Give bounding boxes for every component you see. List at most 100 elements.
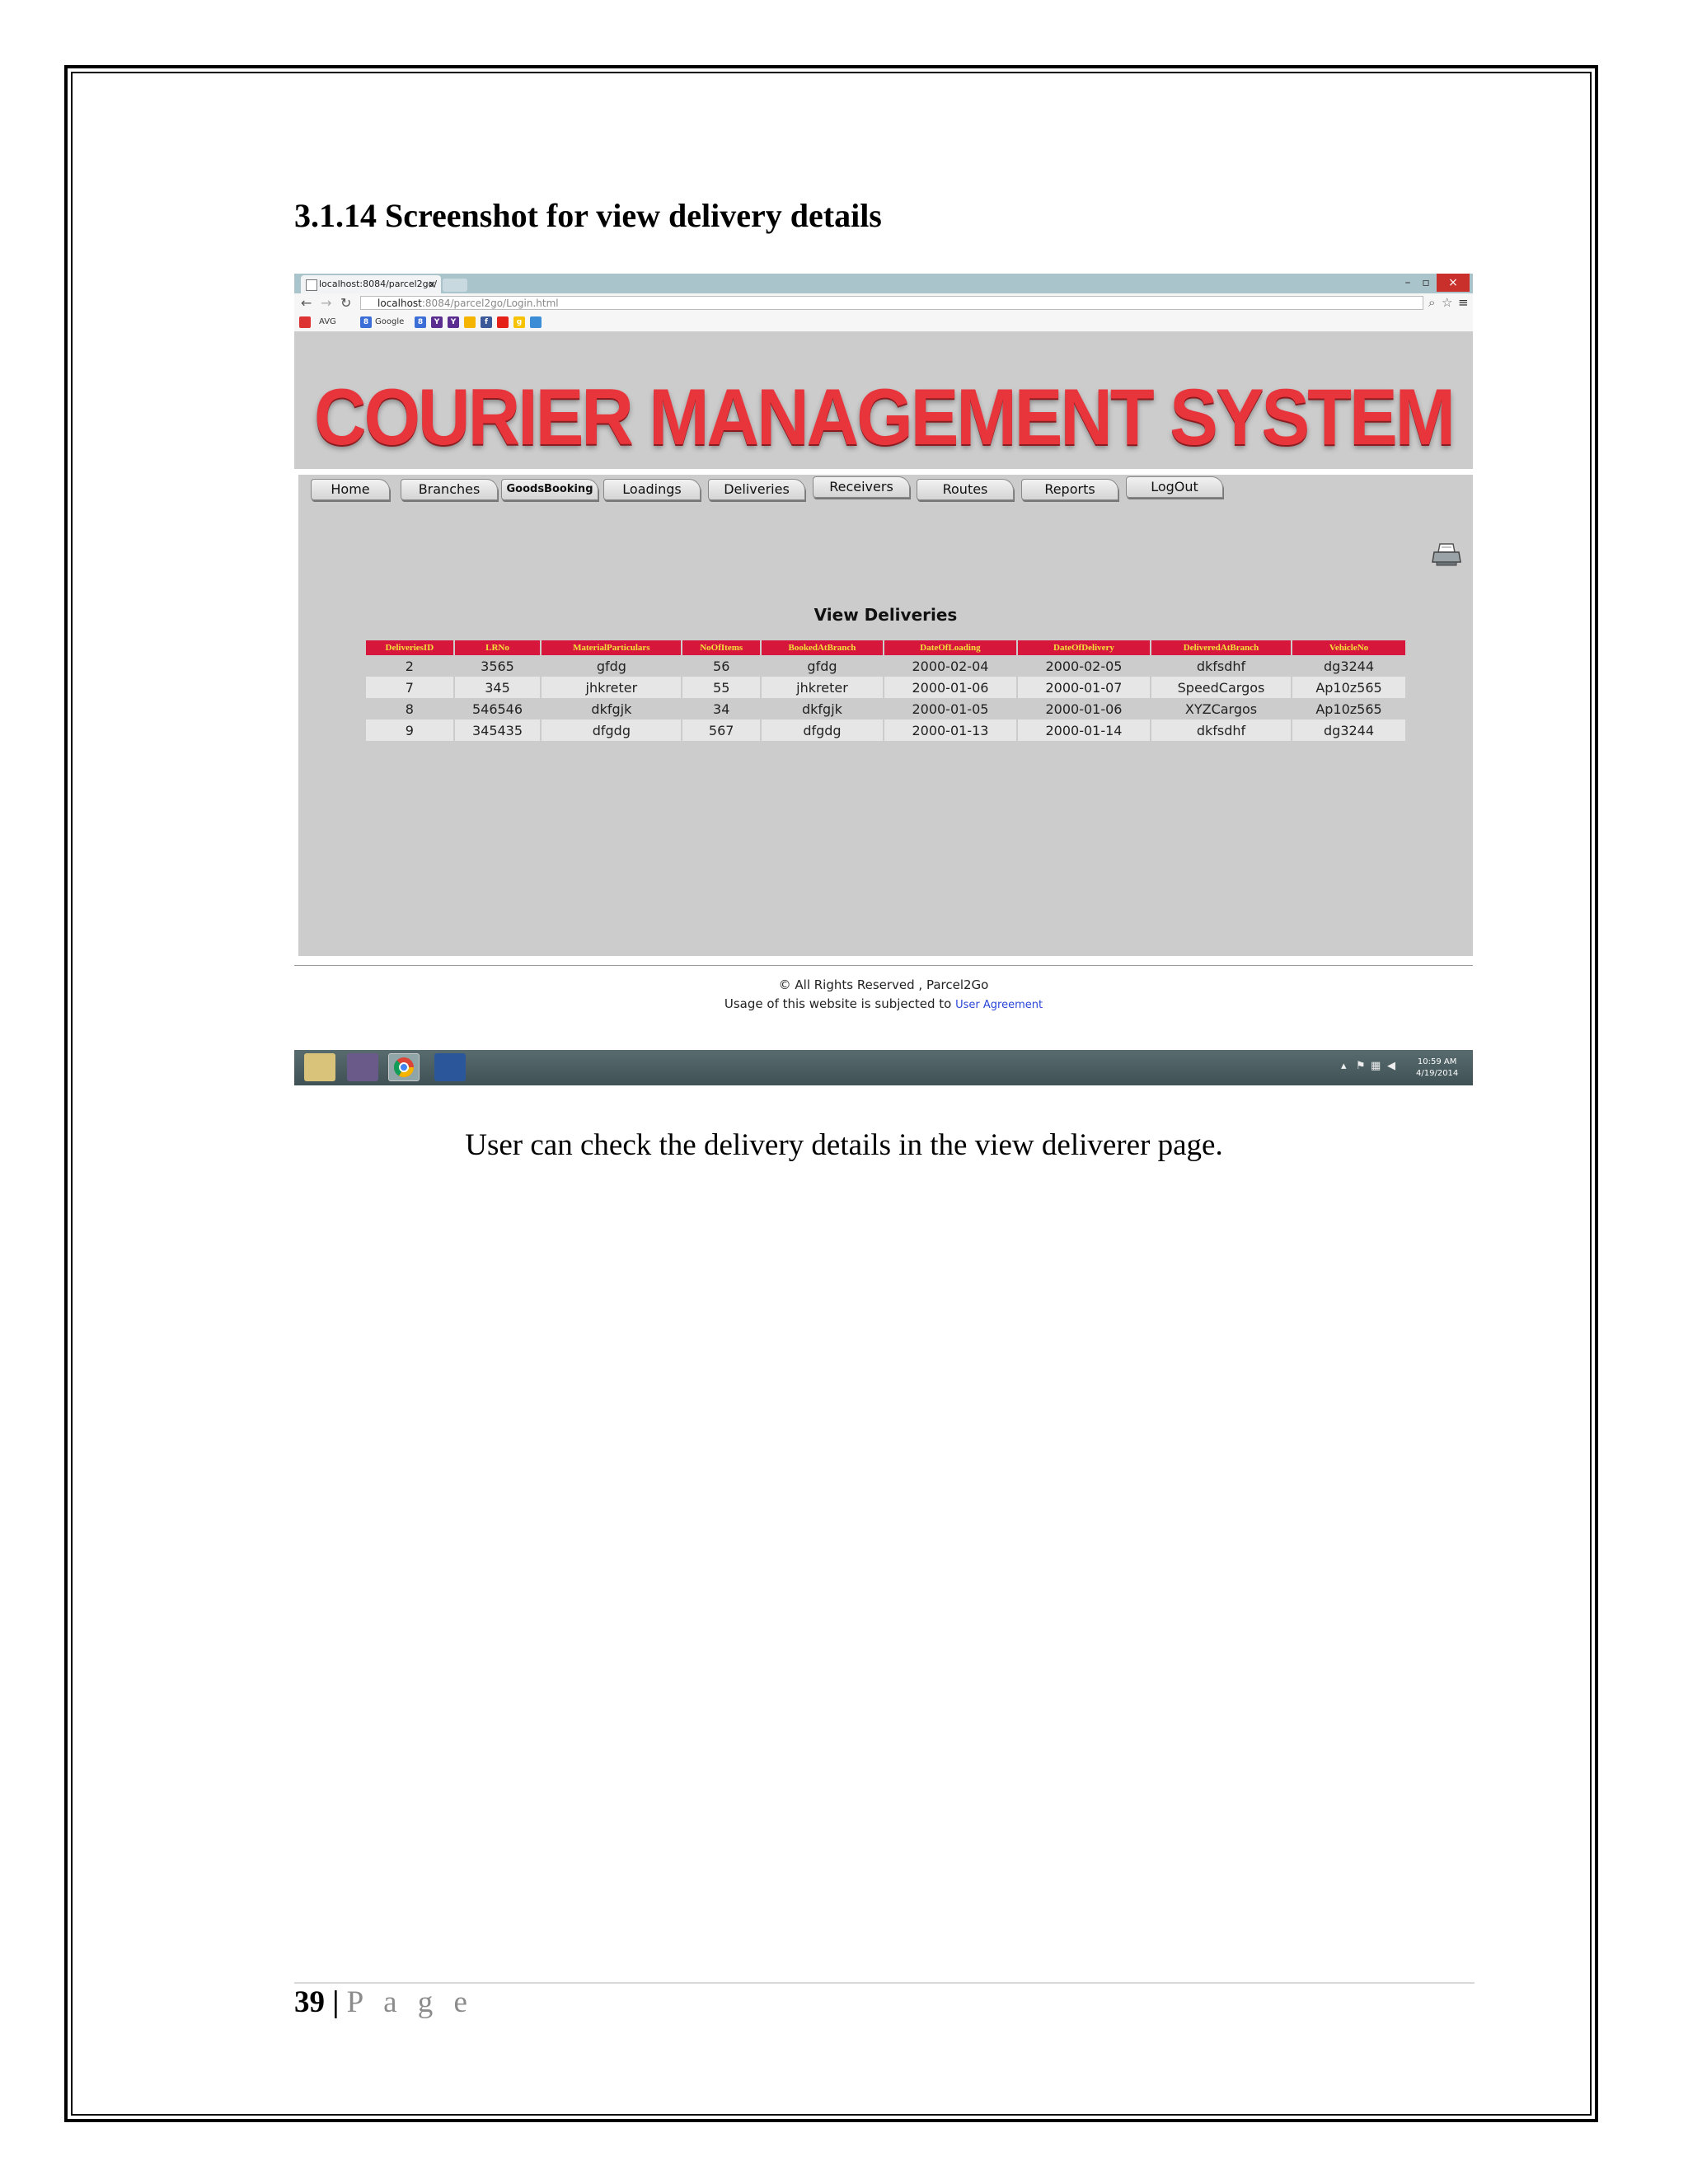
volume-icon[interactable]: ◀	[1387, 1060, 1395, 1072]
bookmark-icon[interactable]	[530, 316, 542, 328]
table-cell: 2000-02-04	[912, 658, 989, 674]
table-cell: 2000-01-07	[1017, 677, 1150, 698]
figure-caption: User can check the delivery details in t…	[465, 1128, 1223, 1162]
header-banner: COURIER MANAGEMENT SYSTEM	[294, 332, 1473, 469]
url-input[interactable]: localhost:8084/parcel2go/Login.html	[360, 296, 1423, 310]
google-icon: 8	[360, 316, 372, 328]
column-header: VehicleNo	[1292, 640, 1405, 655]
bookmark-avg[interactable]: AVG	[319, 316, 336, 329]
nav-deliveries[interactable]: Deliveries	[708, 479, 805, 500]
column-header: NoOfItems	[682, 640, 760, 655]
table-cell: XYZCargos	[1184, 701, 1258, 717]
table-row: 2 3565 gfdg 56 gfdg 2000-02-04 2000-02-0…	[366, 655, 1405, 677]
reload-icon[interactable]: ↻	[340, 295, 351, 311]
network-icon[interactable]: ▦	[1371, 1060, 1381, 1072]
content-panel: Home Branches GoodsBooking Loadings Deli…	[298, 475, 1473, 956]
taskbar: ▴ ⚑ ▦ ◀ 10:59 AM 4/19/2014	[294, 1050, 1473, 1085]
taskbar-clock[interactable]: 10:59 AM 4/19/2014	[1416, 1057, 1458, 1080]
column-header: LRNo	[454, 640, 541, 655]
yahoo-icon[interactable]: Y	[448, 316, 459, 328]
user-agreement-link[interactable]: User Agreement	[955, 999, 1043, 1011]
table-cell: 3565	[481, 658, 514, 674]
table-cell: 2000-01-14	[1017, 719, 1150, 741]
table-cell: dfgdg	[542, 719, 682, 741]
table-cell: gfdg	[807, 658, 837, 674]
browser-tab[interactable]: localhost:8084/parcel2go/ ×	[301, 275, 441, 293]
table-cell: Ap10z565	[1315, 701, 1382, 717]
bookmark-star-icon[interactable]: ☆	[1442, 295, 1452, 310]
apps-icon[interactable]	[299, 316, 311, 328]
windows-icon[interactable]	[464, 316, 476, 328]
flag-icon[interactable]: ⚑	[1356, 1060, 1366, 1072]
back-arrow-icon[interactable]: ←	[301, 295, 312, 311]
nav-loadings[interactable]: Loadings	[603, 479, 701, 500]
app-launcher-icon[interactable]	[347, 1053, 378, 1081]
nav-logout[interactable]: LogOut	[1126, 476, 1223, 498]
table-cell: 567	[682, 719, 760, 741]
table-cell: dkfgjk	[802, 701, 842, 717]
column-header: DeliveredAtBranch	[1151, 640, 1292, 655]
table-row: 7 345 jhkreter 55 jhkreter 2000-01-06 20…	[366, 677, 1405, 698]
table-cell: Ap10z565	[1292, 677, 1405, 698]
column-header: DateOfLoading	[884, 640, 1016, 655]
table-cell: 546546	[471, 701, 523, 717]
nav-branches[interactable]: Branches	[401, 479, 498, 500]
forward-arrow-icon[interactable]: →	[321, 295, 331, 311]
bookmark-google[interactable]: Google	[375, 316, 404, 329]
table-cell: gfdg	[596, 658, 626, 674]
table-cell: 2	[405, 658, 414, 674]
tab-title: localhost:8084/parcel2go/	[319, 279, 438, 289]
web-page: COURIER MANAGEMENT SYSTEM Home Branches …	[294, 332, 1473, 1022]
word-icon[interactable]	[434, 1053, 466, 1081]
table-cell: dkfsdhf	[1151, 719, 1292, 741]
nav-receivers[interactable]: Receivers	[813, 476, 910, 498]
nav-reports[interactable]: Reports	[1021, 479, 1118, 500]
nav-goodsbooking[interactable]: GoodsBooking	[501, 479, 598, 500]
file-explorer-icon[interactable]	[304, 1053, 335, 1081]
new-tab-button[interactable]	[443, 279, 467, 292]
table-cell: 2000-01-06	[1045, 701, 1123, 717]
printer-icon[interactable]	[1432, 542, 1461, 567]
close-window-button[interactable]: ×	[1437, 274, 1470, 292]
table-cell: 56	[713, 658, 730, 674]
table-cell: 9	[366, 719, 453, 741]
tab-close-icon[interactable]: ×	[428, 275, 436, 293]
table-cell: 55	[682, 677, 760, 698]
table-cell: dkfsdhf	[1196, 658, 1246, 674]
show-hidden-icons-icon[interactable]: ▴	[1341, 1060, 1347, 1072]
page-footer-divider	[294, 1982, 1475, 1984]
bookmark-icon[interactable]: g	[513, 316, 525, 328]
table-cell: jhkreter	[762, 677, 883, 698]
table-cell: SpeedCargos	[1151, 677, 1292, 698]
deliveries-table: DeliveriesID LRNo MaterialParticulars No…	[364, 640, 1407, 741]
page-favicon-icon	[306, 279, 317, 291]
url-host: localhost	[377, 298, 422, 309]
table-cell: dkfgjk	[591, 701, 632, 717]
minimize-button[interactable]: –	[1399, 274, 1417, 292]
table-cell: 8	[405, 701, 414, 717]
yahoo-icon[interactable]: Y	[431, 316, 443, 328]
section-heading: 3.1.14 Screenshot for view delivery deta…	[294, 197, 882, 234]
zoom-icon[interactable]: ⌕	[1428, 295, 1435, 310]
table-cell: 2000-01-05	[912, 701, 989, 717]
youtube-icon[interactable]	[497, 316, 509, 328]
table-header-row: DeliveriesID LRNo MaterialParticulars No…	[366, 640, 1405, 655]
table-row: 9 345435 dfgdg 567 dfgdg 2000-01-13 2000…	[366, 719, 1405, 741]
nav-home[interactable]: Home	[311, 479, 390, 500]
facebook-icon[interactable]: f	[481, 316, 492, 328]
footer-divider	[294, 965, 1473, 966]
table-row: 8 546546 dkfgjk 34 dkfgjk 2000-01-05 200…	[366, 698, 1405, 719]
bookmark-icon[interactable]: 8	[415, 316, 426, 328]
bookmarks-bar: AVG 8 Google 8 Y Y f g	[294, 313, 1473, 332]
page-label: P a g e	[346, 1985, 474, 2019]
page-number: 39	[294, 1985, 325, 2019]
chrome-icon[interactable]	[388, 1053, 420, 1081]
table-cell: jhkreter	[542, 677, 682, 698]
restore-button[interactable]: ▫	[1417, 274, 1435, 292]
usage-label: Usage of this website is subjected to	[724, 996, 952, 1011]
nav-routes[interactable]: Routes	[917, 479, 1014, 500]
usage-text: Usage of this website is subjected to Us…	[294, 996, 1473, 1011]
menu-icon[interactable]: ≡	[1458, 295, 1469, 310]
column-header: DateOfDelivery	[1017, 640, 1150, 655]
browser-tab-strip: localhost:8084/parcel2go/ × – ▫ ×	[294, 274, 1473, 293]
